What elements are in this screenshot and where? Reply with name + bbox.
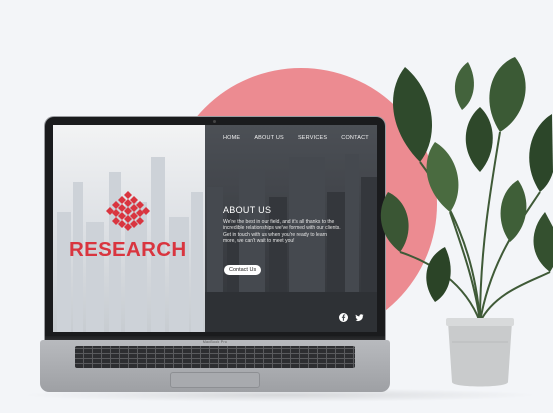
background-building xyxy=(169,217,189,332)
laptop-base: MacBook Pro xyxy=(40,340,390,392)
nav-about-us[interactable]: ABOUT US xyxy=(254,135,284,145)
laptop-brand-label: MacBook Pro xyxy=(202,340,228,344)
twitter-icon[interactable] xyxy=(355,313,364,322)
laptop-keyboard xyxy=(75,346,355,368)
about-title: ABOUT US xyxy=(223,205,272,215)
nav-contact[interactable]: CONTACT xyxy=(341,135,369,145)
nav-services[interactable]: SERVICES xyxy=(298,135,327,145)
research-logo-mark xyxy=(106,191,150,231)
laptop-trackpad xyxy=(170,372,260,388)
contact-us-button[interactable]: Contact Us xyxy=(224,265,262,275)
research-logo-text: RESEARCH xyxy=(69,238,187,261)
facebook-icon[interactable] xyxy=(339,313,348,322)
potted-plant xyxy=(380,57,553,387)
about-body-text: We're the best in our field, and it's al… xyxy=(223,219,341,245)
background-building xyxy=(57,212,71,332)
background-building xyxy=(191,192,203,332)
laptop-lid: RESEARCH HOME ABOUT US SERVICES CONTACT … xyxy=(45,117,385,341)
nav-home[interactable]: HOME xyxy=(223,135,240,145)
webcam-icon xyxy=(213,120,216,123)
laptop-screen: RESEARCH HOME ABOUT US SERVICES CONTACT … xyxy=(53,125,377,332)
top-navigation: HOME ABOUT US SERVICES CONTACT xyxy=(223,135,369,145)
